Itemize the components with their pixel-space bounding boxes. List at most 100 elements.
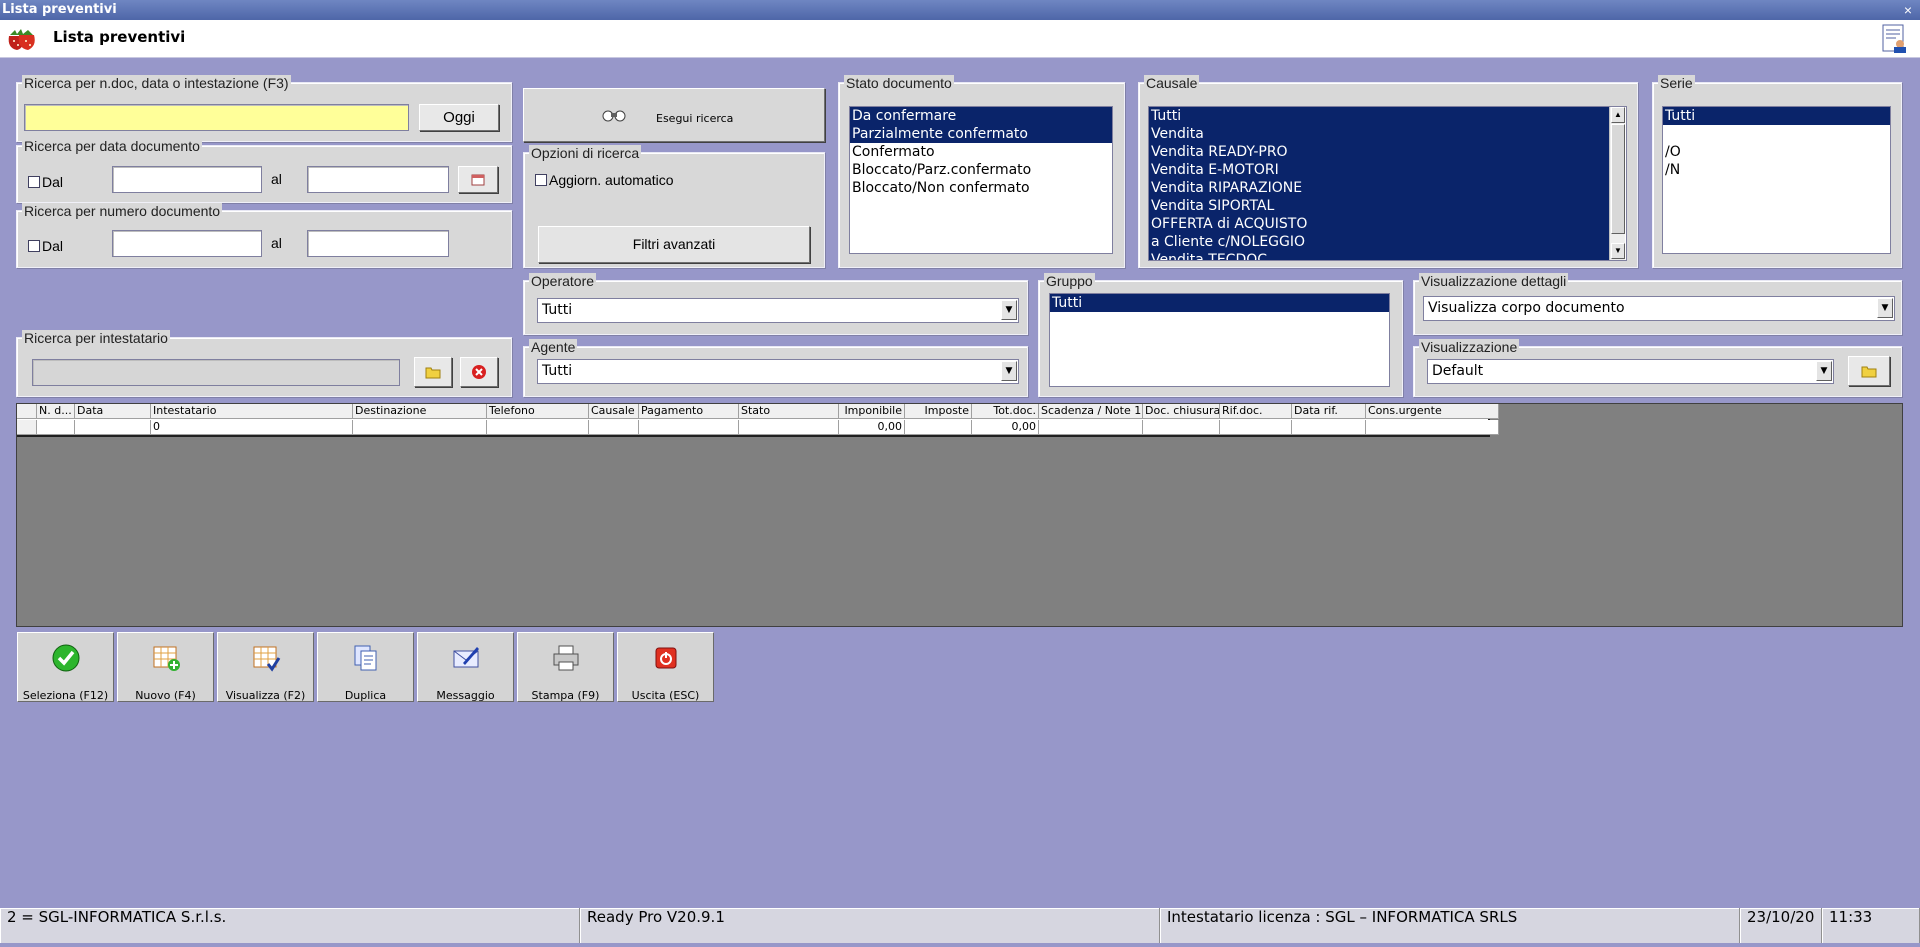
- table-cell[interactable]: [589, 420, 639, 435]
- table-cell[interactable]: 0,00: [839, 420, 905, 435]
- column-header[interactable]: Telefono: [487, 404, 589, 419]
- oggi-button[interactable]: Oggi: [419, 104, 499, 131]
- table-cell[interactable]: [739, 420, 839, 435]
- auto-update-checkbox[interactable]: [535, 174, 547, 186]
- column-header[interactable]: Scadenza / Note 1: [1039, 404, 1143, 419]
- holder-browse-button[interactable]: [414, 357, 452, 387]
- number-to-input[interactable]: [307, 230, 449, 257]
- serie-item[interactable]: [1663, 125, 1890, 143]
- column-header[interactable]: Data: [75, 404, 151, 419]
- column-header[interactable]: Data rif.: [1292, 404, 1366, 419]
- table-cell[interactable]: [1292, 420, 1366, 435]
- serie-item[interactable]: Tutti: [1663, 107, 1890, 125]
- close-icon[interactable]: ×: [1900, 0, 1916, 20]
- table-cell[interactable]: [1143, 420, 1220, 435]
- printer-button[interactable]: Stampa (F9): [517, 632, 614, 702]
- gruppo-item[interactable]: Tutti: [1050, 294, 1389, 312]
- table-cell[interactable]: [37, 420, 75, 435]
- agente-select[interactable]: Tutti ▼: [537, 359, 1019, 384]
- search-doc-label: Ricerca per n.doc, data o intestazione (…: [22, 75, 291, 91]
- serie-item[interactable]: /N: [1663, 161, 1890, 179]
- table-cell[interactable]: [1039, 420, 1143, 435]
- new-document-button[interactable]: Nuovo (F4): [117, 632, 214, 702]
- doc-status-item[interactable]: Confermato: [850, 143, 1112, 161]
- checkmark-icon: [52, 644, 80, 672]
- column-header[interactable]: Pagamento: [639, 404, 739, 419]
- column-header[interactable]: Causale: [589, 404, 639, 419]
- table-cell[interactable]: [487, 420, 589, 435]
- causale-item[interactable]: Vendita RIPARAZIONE: [1149, 179, 1610, 197]
- causale-item[interactable]: Vendita TECDOC: [1149, 251, 1610, 260]
- chevron-down-icon[interactable]: ▼: [1816, 361, 1832, 381]
- doc-status-list[interactable]: Da confermare Parzialmente confermato Conf…: [849, 106, 1113, 254]
- causale-item[interactable]: OFFERTA di ACQUISTO: [1149, 215, 1610, 233]
- search-date-checkbox[interactable]: [28, 176, 40, 188]
- causale-list[interactable]: Tutti Vendita Vendita READY-PRO Vendita E-M…: [1148, 106, 1627, 261]
- column-header[interactable]: Tot.doc.: [972, 404, 1039, 419]
- column-header[interactable]: Stato: [739, 404, 839, 419]
- table-cell[interactable]: [75, 420, 151, 435]
- column-header[interactable]: Intestatario: [151, 404, 353, 419]
- results-table[interactable]: N. d... Data Intestatario 0 Destinazione Tele…: [17, 404, 1499, 437]
- serie-label: Serie: [1658, 75, 1695, 91]
- causale-item[interactable]: a Cliente c/NOLEGGIO: [1149, 233, 1610, 251]
- table-cell[interactable]: [353, 420, 487, 435]
- column-header[interactable]: Imposte: [905, 404, 972, 419]
- column-header[interactable]: Destinazione: [353, 404, 487, 419]
- column-header[interactable]: Cons.urgente: [1366, 404, 1499, 419]
- advanced-filters-button[interactable]: Filtri avanzati: [538, 226, 810, 263]
- checkmark-button[interactable]: Seleziona (F12): [17, 632, 114, 702]
- details-view-select[interactable]: Visualizza corpo documento ▼: [1423, 296, 1895, 321]
- search-doc-input[interactable]: [24, 104, 409, 131]
- doc-status-item[interactable]: Parzialmente confermato: [850, 125, 1112, 143]
- causale-item[interactable]: Tutti: [1149, 107, 1610, 125]
- column-header[interactable]: Imponibile: [839, 404, 905, 419]
- causale-scrollbar[interactable]: ▲ ▼: [1609, 107, 1625, 260]
- causale-item[interactable]: Vendita SIPORTAL: [1149, 197, 1610, 215]
- duplicate-button[interactable]: Duplica: [317, 632, 414, 702]
- causale-item[interactable]: Vendita: [1149, 125, 1610, 143]
- scroll-down-icon[interactable]: ▼: [1611, 243, 1625, 259]
- table-cell[interactable]: [905, 420, 972, 435]
- serie-item[interactable]: /O: [1663, 143, 1890, 161]
- run-search-button[interactable]: Esegui ricerca: [523, 88, 825, 142]
- table-cell[interactable]: [639, 420, 739, 435]
- view-document-button[interactable]: Visualizza (F2): [217, 632, 314, 702]
- column-header[interactable]: Doc. chiusura: [1143, 404, 1220, 419]
- results-grid-area[interactable]: N. d... Data Intestatario 0 Destinazione Tele…: [16, 403, 1903, 627]
- operatore-select[interactable]: Tutti ▼: [537, 298, 1019, 323]
- column-header[interactable]: Rif.doc.: [1220, 404, 1292, 419]
- column-header[interactable]: N. d...: [37, 404, 75, 419]
- causale-item[interactable]: Vendita READY-PRO: [1149, 143, 1610, 161]
- date-from-input[interactable]: [112, 166, 262, 193]
- exit-button[interactable]: Uscita (ESC): [617, 632, 714, 702]
- doc-status-item[interactable]: Da confermare: [850, 107, 1112, 125]
- gruppo-list[interactable]: Tutti: [1049, 293, 1390, 387]
- serie-list[interactable]: Tutti/O/N: [1662, 106, 1891, 254]
- chevron-down-icon[interactable]: ▼: [1001, 300, 1017, 320]
- causale-item[interactable]: Vendita E-MOTORI: [1149, 161, 1610, 179]
- search-number-checkbox[interactable]: [28, 240, 40, 252]
- doc-status-item[interactable]: Bloccato/Non confermato: [850, 179, 1112, 197]
- chevron-down-icon[interactable]: ▼: [1877, 298, 1893, 318]
- view-select[interactable]: Default ▼: [1427, 359, 1834, 384]
- user-settings-icon[interactable]: [1882, 24, 1908, 54]
- date-to-input[interactable]: [307, 166, 449, 193]
- details-view-value: Visualizza corpo documento: [1428, 300, 1625, 316]
- chevron-down-icon[interactable]: ▼: [1001, 361, 1017, 381]
- scroll-thumb[interactable]: [1611, 124, 1625, 234]
- holder-clear-button[interactable]: [460, 357, 498, 387]
- message-button[interactable]: Messaggio: [417, 632, 514, 702]
- table-cell[interactable]: 0: [151, 420, 353, 435]
- calendar-button[interactable]: [458, 166, 498, 193]
- table-cell[interactable]: 0,00: [972, 420, 1039, 435]
- doc-status-item[interactable]: Bloccato/Parz.confermato: [850, 161, 1112, 179]
- number-from-input[interactable]: [112, 230, 262, 257]
- page-title: Lista preventivi: [53, 28, 186, 46]
- view-browse-button[interactable]: [1848, 356, 1890, 386]
- table-cell[interactable]: [1366, 420, 1499, 435]
- scroll-up-icon[interactable]: ▲: [1611, 107, 1625, 123]
- holder-input[interactable]: [32, 359, 400, 386]
- table-cell[interactable]: [1220, 420, 1292, 435]
- row-selector[interactable]: [17, 420, 37, 435]
